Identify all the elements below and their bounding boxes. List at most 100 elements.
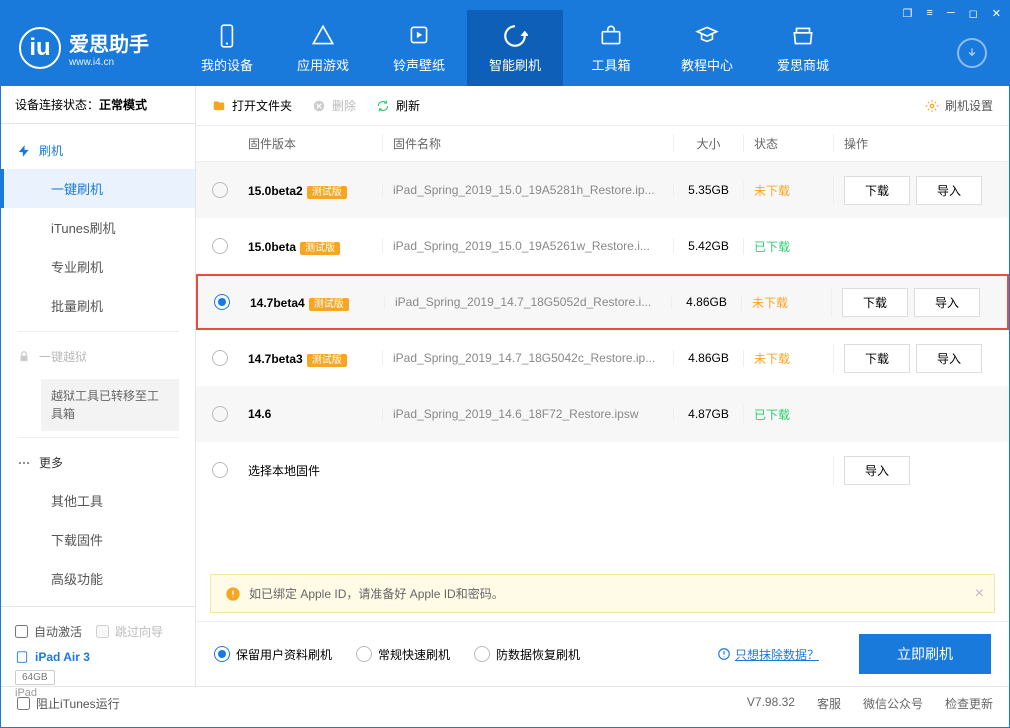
nav-store[interactable]: 爱思商城 [755,10,851,86]
win-btn-min[interactable]: ─ [947,7,955,20]
firmware-row[interactable]: 14.6 iPad_Spring_2019_14.6_18F72_Restore.… [196,386,1009,442]
row-version: 15.0beta [248,240,296,254]
row-filename: iPad_Spring_2019_15.0_19A5281h_Restore.i… [382,183,673,197]
firmware-row[interactable]: 15.0beta2测试版iPad_Spring_2019_15.0_19A528… [196,162,1009,218]
beta-badge: 测试版 [300,242,340,255]
brand-url: www.i4.cn [69,57,149,68]
delete-button: 删除 [312,97,356,114]
row-status: 未下载 [743,182,833,199]
sidebar-item-other[interactable]: 其他工具 [1,481,195,520]
nav-flash[interactable]: 智能刷机 [467,10,563,86]
warning-icon [225,586,241,602]
win-btn-menu[interactable]: ≡ [926,7,932,20]
sidebar-jb-note[interactable]: 越狱工具已转移至工具箱 [41,379,179,431]
import-button[interactable]: 导入 [914,288,980,317]
row-size: 5.42GB [673,239,743,253]
sidebar-item-oneclick[interactable]: 一键刷机 [1,169,195,208]
row-radio[interactable] [212,350,228,366]
win-btn-close[interactable]: ✕ [992,7,1001,20]
row-size: 4.86GB [673,351,743,365]
import-button[interactable]: 导入 [916,176,982,205]
download-button[interactable]: 下载 [842,288,908,317]
local-firmware-label: 选择本地固件 [242,462,833,479]
download-button[interactable]: 下载 [844,176,910,205]
row-size: 4.86GB [671,295,741,309]
row-status: 已下载 [743,238,833,255]
mode-antiloss[interactable]: 防数据恢复刷机 [474,646,580,663]
col-size: 大小 [673,135,743,152]
skip-guide-checkbox: 跳过向导 [96,617,163,646]
mode-normal[interactable]: 常规快速刷机 [356,646,450,663]
device-name[interactable]: iPad Air 3 [15,650,181,664]
window-controls: ❐ ≡ ─ ◻ ✕ [903,7,1001,20]
flash-settings-button[interactable]: 刷机设置 [925,97,993,114]
header-download-icon[interactable] [957,38,987,68]
nav-ringtones[interactable]: 铃声壁纸 [371,10,467,86]
row-version: 14.7beta3 [248,352,303,366]
row-radio[interactable] [212,406,228,422]
nav-tutorials[interactable]: 教程中心 [659,10,755,86]
sidebar-item-download[interactable]: 下载固件 [1,520,195,559]
customer-service-link[interactable]: 客服 [817,695,841,712]
row-size: 4.87GB [673,407,743,421]
block-itunes-checkbox[interactable]: 阻止iTunes运行 [17,689,120,718]
local-firmware-row[interactable]: 选择本地固件导入 [196,442,1009,498]
beta-badge: 测试版 [309,298,349,311]
mode-keep-data[interactable]: 保留用户资料刷机 [214,646,332,663]
row-version: 14.7beta4 [250,296,305,310]
warning-bar: 如已绑定 Apple ID，请准备好 Apple ID和密码。 × [210,574,995,613]
refresh-button[interactable]: 刷新 [376,97,420,114]
import-button[interactable]: 导入 [844,456,910,485]
auto-activate-checkbox[interactable]: 自动激活 [15,617,82,646]
import-button[interactable]: 导入 [916,344,982,373]
connection-status: 设备连接状态：正常模式 [1,86,195,124]
sidebar-head-more[interactable]: 更多 [1,444,195,481]
wechat-link[interactable]: 微信公众号 [863,695,923,712]
erase-data-link[interactable]: 只想抹除数据？ [717,646,819,663]
open-folder-button[interactable]: 打开文件夹 [212,97,292,114]
row-filename: iPad_Spring_2019_14.7_18G5052d_Restore.i… [384,295,671,309]
row-status: 未下载 [741,294,831,311]
sidebar-head-flash[interactable]: 刷机 [1,132,195,169]
sidebar-item-pro[interactable]: 专业刷机 [1,247,195,286]
brand-logo[interactable]: iu 爱思助手 www.i4.cn [19,27,149,69]
nav-toolbox[interactable]: 工具箱 [563,10,659,86]
close-warning-icon[interactable]: × [975,585,984,603]
version-label: V7.98.32 [747,695,795,712]
header: iu 爱思助手 www.i4.cn 我的设备 应用游戏 铃声壁纸 智能刷机 工具… [1,10,1009,86]
firmware-row[interactable]: 15.0beta 测试版 iPad_Spring_2019_15.0_19A5261… [196,218,1009,274]
row-radio[interactable] [212,462,228,478]
row-status: 未下载 [743,350,833,367]
row-radio[interactable] [212,238,228,254]
row-version: 14.6 [248,407,271,421]
sidebar-head-jailbreak: 一键越狱 [1,338,195,375]
check-update-link[interactable]: 检查更新 [945,695,993,712]
win-btn-theme[interactable]: ❐ [903,7,913,20]
download-button[interactable]: 下载 [844,344,910,373]
main-content: 打开文件夹 删除 刷新 刷机设置 固件版本 固件名称 大小 状态 操作 15.0… [196,86,1009,686]
row-radio[interactable] [212,182,228,198]
row-radio[interactable] [214,294,230,310]
sidebar-item-itunes[interactable]: iTunes刷机 [1,208,195,247]
firmware-row[interactable]: 14.7beta4 测试版 iPad_Spring_2019_14.7_18G505… [196,274,1009,330]
col-action: 操作 [833,135,993,152]
main-nav: 我的设备 应用游戏 铃声壁纸 智能刷机 工具箱 教程中心 爱思商城 [179,10,851,86]
nav-my-device[interactable]: 我的设备 [179,10,275,86]
logo-icon: iu [19,27,61,69]
beta-badge: 测试版 [307,354,347,367]
sidebar-item-advanced[interactable]: 高级功能 [1,559,195,598]
win-btn-max[interactable]: ◻ [969,7,978,20]
table-header: 固件版本 固件名称 大小 状态 操作 [196,126,1009,162]
nav-apps[interactable]: 应用游戏 [275,10,371,86]
flash-now-button[interactable]: 立即刷机 [859,634,991,674]
brand-title: 爱思助手 [69,28,149,57]
row-status: 已下载 [743,406,833,423]
row-filename: iPad_Spring_2019_15.0_19A5261w_Restore.i… [382,239,673,253]
titlebar: ❐ ≡ ─ ◻ ✕ [1,1,1009,10]
beta-badge: 测试版 [307,186,347,199]
row-filename: iPad_Spring_2019_14.6_18F72_Restore.ipsw [382,407,673,421]
sidebar-item-batch[interactable]: 批量刷机 [1,286,195,325]
firmware-row[interactable]: 14.7beta3测试版iPad_Spring_2019_14.7_18G504… [196,330,1009,386]
firmware-list: 15.0beta2测试版iPad_Spring_2019_15.0_19A528… [196,162,1009,566]
device-storage: 64GB [15,670,55,685]
